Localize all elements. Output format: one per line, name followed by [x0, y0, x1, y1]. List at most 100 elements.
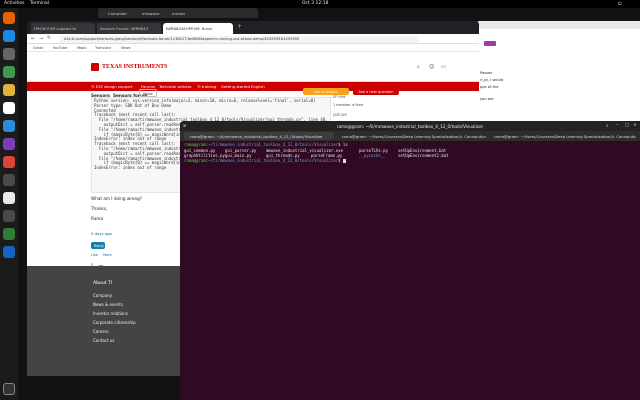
terminal-window: rama@gram: ~/ti/mmwave_industrial_toolbo… [180, 121, 640, 400]
bookmark-gmail[interactable]: Gmail [33, 46, 43, 50]
nav-getting-started[interactable]: Getting started [221, 84, 250, 89]
nav-e2e[interactable]: TI E2E design support [91, 84, 132, 89]
footer-link-news[interactable]: News & events [93, 302, 123, 307]
reply-button[interactable]: Reply [91, 242, 105, 249]
thanks-text: Thanks, [91, 206, 108, 211]
footer-link-citizenship[interactable]: Corporate citizenship [93, 320, 136, 325]
chrome-alt-icon[interactable] [3, 84, 15, 96]
signature-text: Rama [91, 216, 104, 221]
terminal-prompt-line-2[interactable]: rama@gram:~/ti/mmwave_industrial_toolbox… [184, 158, 346, 163]
right-background-window: Passen ri_pt, I would ppe of the you are [478, 21, 640, 121]
files-folder[interactable]: mmwa [172, 11, 185, 16]
terminal-app-menu[interactable]: Terminal [30, 1, 49, 6]
tab-1[interactable]: FMCW EVM support fo [31, 23, 95, 34]
app-icon-3[interactable] [3, 138, 15, 150]
url-field[interactable]: e2e.ti.com/support/sensors-group/sensors… [59, 35, 419, 43]
prompt-command: ls [342, 142, 348, 147]
folder-entry: __pycache__ [359, 153, 386, 158]
new-tab-icon[interactable]: + [237, 23, 242, 30]
system-top-bar: Activities Terminal Oct 3 12:18 ⏻ [0, 0, 640, 8]
terminal-title: rama@gram: ~/ti/mmwave_industrial_toolbo… [180, 121, 640, 131]
terminal-tabs: rama@gram: ~/ti/mmwave_industrial_toolbo… [180, 131, 640, 141]
files-title[interactable]: Computer [108, 11, 127, 16]
footer-link-investors[interactable]: Investor relations [93, 311, 128, 316]
nav-training[interactable]: TI training [197, 84, 216, 89]
app-icon[interactable] [3, 102, 15, 114]
more-link[interactable]: More [103, 253, 112, 257]
terminal-prompt-line[interactable]: rama@gram:~/ti/mmwave_industrial_toolbox… [184, 142, 348, 147]
cursor [342, 159, 346, 163]
files-window: Computer mmwave mmwa [98, 8, 258, 18]
firefox-icon[interactable] [3, 12, 15, 24]
search-icon[interactable]: ⌕ [606, 123, 609, 129]
right-text-4: you are [480, 97, 494, 101]
footer-link-company[interactable]: Company [93, 293, 112, 298]
footer-link-careers[interactable]: Careers [93, 329, 108, 334]
dock [0, 8, 18, 400]
terminal-tab[interactable]: rama@gram: ~/Users/Coursera/Deep Learnin… [488, 132, 636, 140]
right-text-2: ri_pt, I would [480, 78, 504, 82]
prompt-path: ~/ti/mmwave_industrial_toolbox_4_12_0/to… [208, 142, 339, 147]
nav-tech-articles[interactable]: Technical articles [159, 84, 192, 89]
bookmark-news[interactable]: News [121, 46, 130, 50]
tab-active[interactable]: IWR6843AOPEVM: Runni [163, 23, 233, 34]
app-icon-5[interactable] [3, 174, 15, 186]
nav-english[interactable]: English [251, 84, 265, 89]
right-text-1: Passen [480, 71, 493, 75]
sidebar-hint: ZF Hint [333, 95, 346, 99]
user-icon[interactable]: ☺ [429, 64, 434, 70]
right-text-3: ppe of the [480, 85, 499, 89]
footer-heading: About TI [93, 281, 113, 286]
reload-icon[interactable]: ↻ [47, 35, 51, 41]
power-icon[interactable]: ⏻ [618, 1, 622, 7]
ask-new-question-button[interactable]: Ask a new question [353, 88, 399, 95]
files-icon[interactable] [3, 48, 15, 60]
like-link[interactable]: Like [91, 253, 98, 257]
close-icon[interactable]: × [633, 123, 637, 128]
maximize-icon[interactable]: □ [625, 123, 629, 128]
ti-logo-icon[interactable] [91, 63, 99, 71]
terminal-tab[interactable]: rama@gram: ~/Users/Coursera/Deep Learnin… [336, 132, 486, 140]
app-icon-7[interactable] [3, 210, 15, 222]
minimize-icon[interactable]: – [616, 123, 618, 128]
address-bar-row: ← → ↻ e2e.ti.com/support/sensors-group/s… [27, 34, 479, 44]
tab-strip: FMCW EVM support fo Sensors Forum: IWR68… [27, 21, 479, 34]
bookmark-maps[interactable]: Maps [77, 46, 86, 50]
ti-nav-bar: TI E2E design support Forums Technical a… [27, 82, 479, 91]
purple-tab[interactable] [484, 41, 496, 46]
activities-button[interactable]: Activities [4, 1, 25, 6]
bookmark-youtube[interactable]: YouTube [53, 46, 67, 50]
search-icon[interactable]: ⌕ [417, 64, 420, 70]
cart-icon[interactable]: ▭ [441, 64, 446, 70]
sidebar-members: 1 member is fired [333, 103, 364, 107]
footer-link-contact[interactable]: Contact us [93, 338, 114, 343]
ask-related-question-button[interactable]: Ask a related question [303, 88, 349, 98]
clock[interactable]: Oct 3 12:18 [302, 1, 328, 6]
ti-header: TEXAS INSTRUMENTS ⌕ ☺ ▭ [27, 52, 479, 82]
tab-2[interactable]: Sensors Forum: IWR6843 [97, 23, 161, 34]
app-icon-4[interactable] [3, 156, 15, 168]
files-breadcrumb[interactable]: mmwave [142, 11, 159, 16]
app-icon-2[interactable] [3, 120, 15, 132]
app-icon-9[interactable] [3, 246, 15, 258]
app-icon-8[interactable] [3, 228, 15, 240]
thunderbird-icon[interactable] [3, 30, 15, 42]
prompt-path: ~/ti/mmwave_industrial_toolbox_4_12_0/to… [208, 158, 339, 163]
back-icon[interactable]: ← [31, 36, 35, 42]
bookmark-translate[interactable]: Translate [95, 46, 111, 50]
sidebar-tag[interactable]: j2ZF1k9 [333, 113, 347, 117]
prompt-user: rama@gram [184, 158, 206, 163]
chrome-icon[interactable] [3, 66, 15, 78]
terminal-new-tab-icon[interactable]: ⊞ [183, 123, 186, 128]
ti-brand[interactable]: TEXAS INSTRUMENTS [102, 64, 168, 70]
terminal-tab[interactable]: rama@gram: ~/ti/mmwave_industrial_toolbo… [184, 132, 334, 140]
question-text: What am I doing wrong? [91, 196, 143, 201]
file-entry: setUpEnvironment2.bat [398, 153, 449, 158]
show-apps-icon[interactable] [3, 383, 15, 395]
forward-icon[interactable]: → [39, 36, 43, 42]
post-age[interactable]: 9 days ago [91, 231, 112, 236]
more-menu-button[interactable]: More [139, 89, 157, 97]
prompt-user: rama@gram [184, 142, 206, 147]
bookmarks-bar: Gmail YouTube Maps Translate News [27, 44, 479, 52]
app-icon-6[interactable] [3, 192, 15, 204]
